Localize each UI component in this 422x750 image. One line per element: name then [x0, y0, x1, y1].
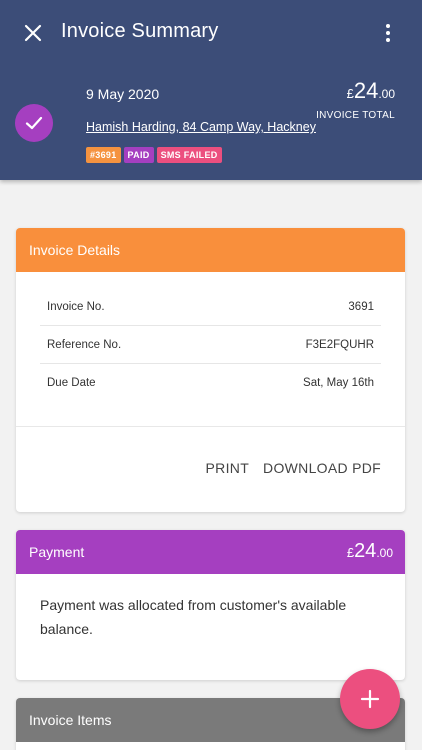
payment-card: Payment £24.00 Payment was allocated fro… — [16, 530, 405, 680]
payment-title: Payment — [29, 544, 85, 560]
payment-header: Payment £24.00 — [16, 530, 405, 574]
status-check-badge — [15, 104, 53, 142]
print-button[interactable]: PRINT — [206, 460, 250, 476]
invoice-total-label: INVOICE TOTAL — [316, 110, 395, 121]
invoice-actions: PRINT DOWNLOAD PDF — [206, 460, 381, 476]
payment-amount: £24.00 — [346, 540, 393, 562]
detail-row-due-date: Due Date Sat, May 16th — [40, 364, 381, 402]
invoice-items-title: Invoice Items — [29, 712, 112, 728]
customer-link[interactable]: Hamish Harding, 84 Camp Way, Hackney — [86, 120, 316, 134]
divider — [16, 426, 405, 427]
invoice-details-card: Invoice Details Invoice No. 3691 Referen… — [16, 228, 405, 512]
invoice-details-title: Invoice Details — [29, 242, 121, 258]
check-icon — [25, 116, 43, 130]
detail-value: F3E2FQUHR — [305, 338, 374, 351]
detail-label: Due Date — [47, 377, 96, 389]
paid-badge: PAID — [123, 147, 154, 163]
invoice-total: £24.00 INVOICE TOTAL — [316, 78, 395, 121]
more-vertical-icon — [386, 24, 390, 28]
close-button[interactable] — [18, 18, 48, 48]
detail-label: Invoice No. — [47, 300, 105, 313]
more-options-button[interactable] — [380, 20, 396, 46]
invoice-details-header: Invoice Details — [16, 228, 405, 272]
detail-label: Reference No. — [47, 338, 122, 351]
close-icon — [24, 24, 42, 42]
invoice-total-amount: £24.00 — [346, 78, 395, 103]
download-pdf-button[interactable]: DOWNLOAD PDF — [263, 460, 381, 476]
plus-icon — [360, 689, 380, 709]
detail-value: Sat, May 16th — [303, 377, 374, 389]
add-button[interactable] — [340, 669, 400, 729]
detail-row-invoice-no: Invoice No. 3691 — [40, 288, 381, 326]
invoice-number-badge: #3691 — [86, 147, 121, 163]
sms-failed-badge: SMS FAILED — [156, 147, 222, 163]
payment-description: Payment was allocated from customer's av… — [40, 597, 347, 637]
invoice-details-list: Invoice No. 3691 Reference No. F3E2FQUHR… — [16, 272, 405, 402]
status-badges: #3691 PAID SMS FAILED — [86, 147, 222, 163]
page-title: Invoice Summary — [61, 20, 219, 42]
detail-value: 3691 — [348, 300, 374, 313]
app-header: Invoice Summary 9 May 2020 Hamish Hardin… — [0, 0, 422, 180]
invoice-date: 9 May 2020 — [86, 86, 160, 102]
detail-row-reference-no: Reference No. F3E2FQUHR — [40, 326, 381, 364]
